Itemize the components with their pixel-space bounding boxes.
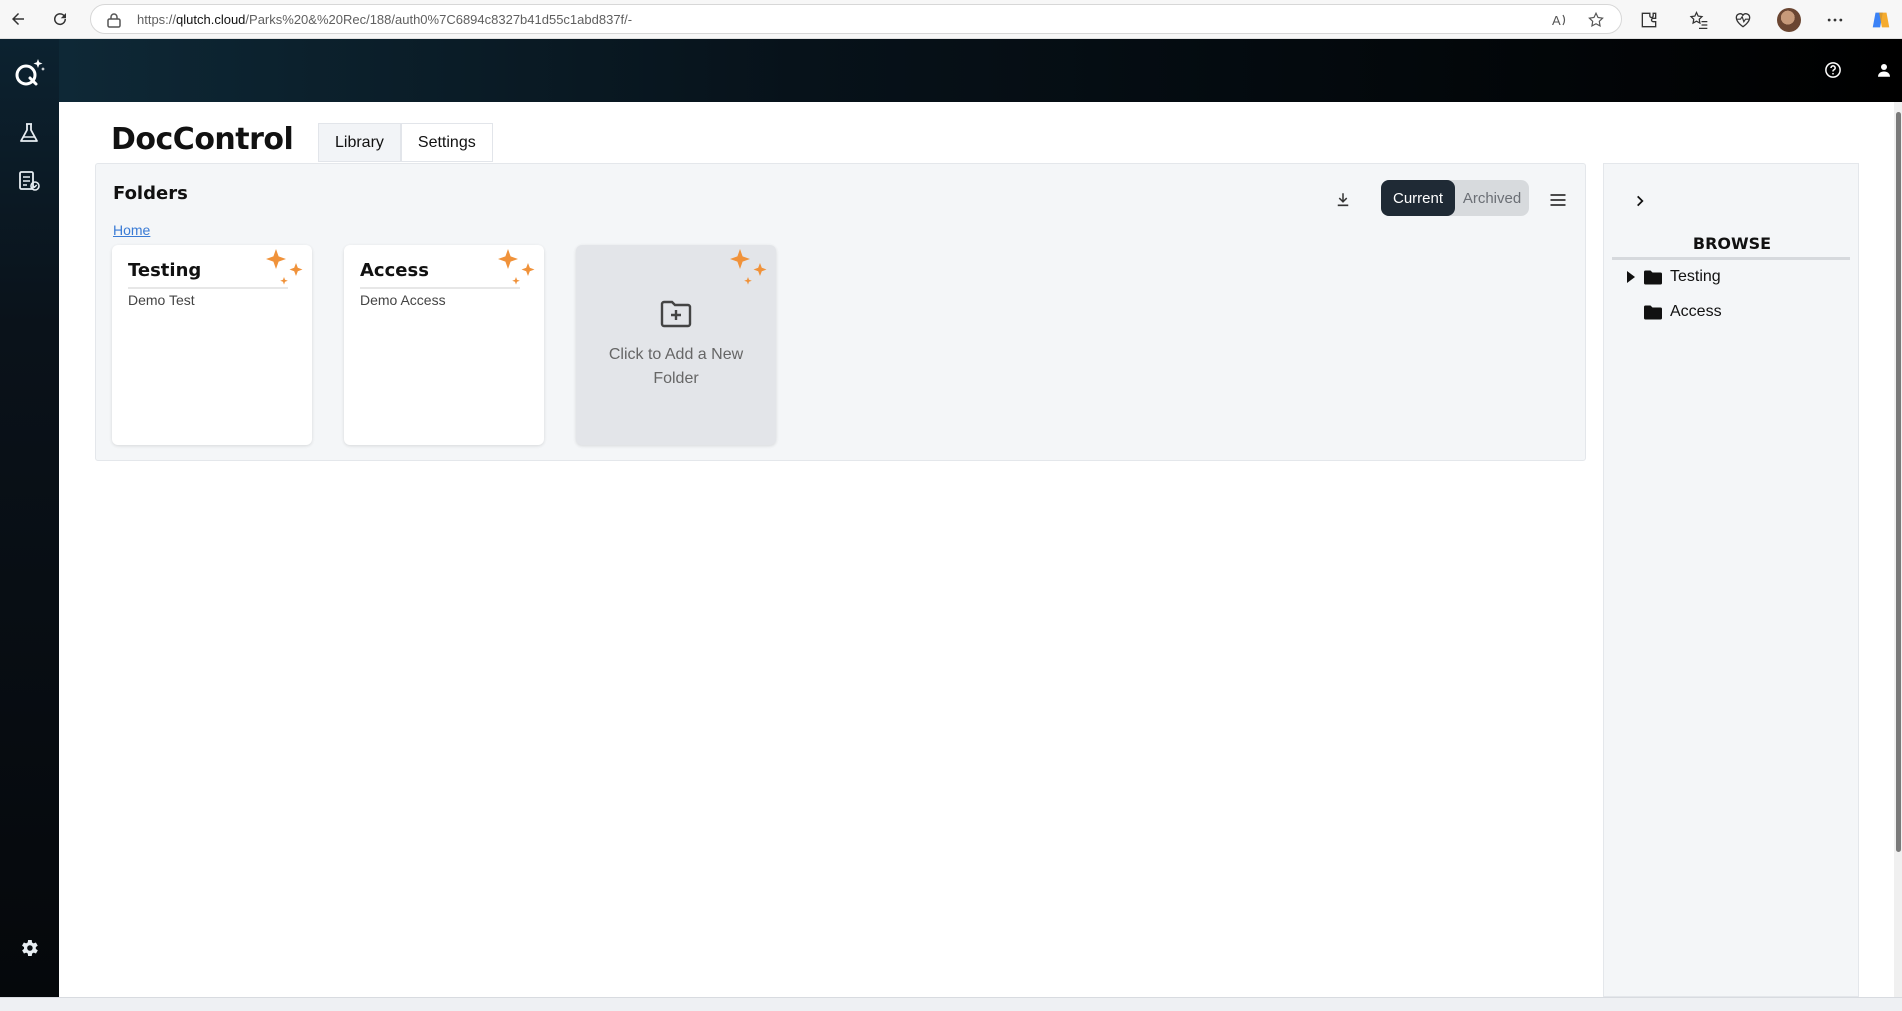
copilot-button[interactable] xyxy=(1868,7,1894,33)
folders-heading: Folders xyxy=(113,183,188,204)
chevron-right-icon xyxy=(1637,195,1644,207)
lock-icon xyxy=(107,12,121,32)
browse-heading: BROWSE xyxy=(1692,234,1772,253)
add-folder-line-2: Folder xyxy=(653,370,699,387)
more-horizontal-icon xyxy=(1827,18,1843,22)
flask-icon xyxy=(20,123,38,142)
url-domain: qlutch.cloud xyxy=(176,12,246,27)
add-folder-card[interactable]: Click to Add a New Folder xyxy=(576,245,776,445)
avatar xyxy=(1777,8,1801,32)
folder-card-description: Demo Access xyxy=(360,292,446,308)
logo-q-sparkle-icon xyxy=(15,59,45,86)
folder-icon xyxy=(1644,270,1662,285)
tree-item-testing[interactable]: Testing xyxy=(1626,268,1721,286)
favorites-button[interactable] xyxy=(1686,7,1712,33)
url-prefix: https:// xyxy=(137,12,177,27)
profile-button[interactable] xyxy=(1776,7,1802,33)
extensions-button[interactable] xyxy=(1636,7,1662,33)
puzzle-icon xyxy=(1641,12,1657,28)
folder-icon xyxy=(1644,305,1662,320)
folder-card-title: Testing xyxy=(128,260,202,281)
url-path: /Parks%20&%20Rec/188/auth0%7C6894c8327b4… xyxy=(245,12,633,27)
back-button[interactable] xyxy=(6,7,30,31)
app-header xyxy=(59,39,1902,102)
folder-card-description: Demo Test xyxy=(128,292,195,308)
folder-card-access[interactable]: Access Demo Access xyxy=(344,245,544,445)
sidebar-item-doccontrol[interactable] xyxy=(11,163,47,199)
current-archived-toggle: Current Archived xyxy=(1381,180,1529,216)
gear-icon xyxy=(22,940,38,956)
sidebar-item-lab[interactable] xyxy=(11,115,47,151)
read-aloud-icon[interactable]: A xyxy=(1551,11,1569,33)
more-menu-button[interactable] xyxy=(1822,7,1848,33)
tab-library[interactable]: Library xyxy=(318,123,401,162)
browser-toolbar: https://qlutch.cloud/Parks%20&%20Rec/188… xyxy=(0,0,1902,39)
favorites-list-icon xyxy=(1689,11,1708,29)
browser-essentials-button[interactable] xyxy=(1730,7,1756,33)
add-folder-label: Click to Add a New Folder xyxy=(586,343,766,391)
tree-item-label: Access xyxy=(1670,303,1722,320)
hamburger-menu-icon xyxy=(1550,194,1566,206)
sparkle-icon xyxy=(494,247,540,297)
tree-item-access[interactable]: Access xyxy=(1644,303,1722,321)
heart-pulse-icon xyxy=(1735,13,1751,28)
sparkle-icon xyxy=(726,247,772,297)
svg-text:A: A xyxy=(1552,13,1561,28)
folder-card-title: Access xyxy=(360,260,429,281)
url-text: https://qlutch.cloud/Parks%20&%20Rec/188… xyxy=(137,12,632,27)
menu-button[interactable] xyxy=(1544,186,1572,214)
user-icon xyxy=(1878,64,1890,77)
document-check-icon xyxy=(19,171,40,191)
copilot-icon xyxy=(1872,12,1890,28)
refresh-button[interactable] xyxy=(48,7,72,31)
tab-settings[interactable]: Settings xyxy=(400,123,493,162)
download-icon xyxy=(1337,193,1349,207)
folder-card-testing[interactable]: Testing Demo Test xyxy=(112,245,312,445)
qlutch-logo[interactable] xyxy=(11,55,47,91)
caret-right-icon[interactable] xyxy=(1626,270,1644,284)
star-favorite-icon[interactable] xyxy=(1587,11,1605,33)
browse-panel: BROWSE Testing Access xyxy=(1603,163,1859,997)
browse-divider xyxy=(1612,257,1850,260)
folder-plus-icon xyxy=(660,300,692,332)
sidebar-settings[interactable] xyxy=(11,930,47,966)
collapse-browse-button[interactable] xyxy=(1628,189,1652,213)
address-bar[interactable]: https://qlutch.cloud/Parks%20&%20Rec/188… xyxy=(90,4,1622,34)
os-taskbar xyxy=(0,997,1902,1011)
download-button[interactable] xyxy=(1329,186,1357,214)
left-sidebar xyxy=(0,39,59,997)
toggle-archived[interactable]: Archived xyxy=(1455,180,1529,216)
arrow-left-icon xyxy=(12,13,24,25)
toggle-current[interactable]: Current xyxy=(1381,180,1455,216)
user-account-button[interactable] xyxy=(1871,57,1897,83)
main-tabs: Library Settings xyxy=(318,123,493,162)
help-circle-icon xyxy=(1825,62,1841,78)
help-button[interactable] xyxy=(1820,57,1846,83)
breadcrumb-home[interactable]: Home xyxy=(113,222,150,238)
page-title: DocControl xyxy=(111,122,294,157)
folders-panel: Folders Home Current Archived Testing De… xyxy=(95,163,1586,461)
page-scrollbar-thumb[interactable] xyxy=(1896,112,1901,852)
refresh-icon xyxy=(54,13,67,26)
add-folder-line-1: Click to Add a New xyxy=(608,346,744,363)
tree-item-label: Testing xyxy=(1670,268,1721,285)
sparkle-icon xyxy=(262,247,308,297)
